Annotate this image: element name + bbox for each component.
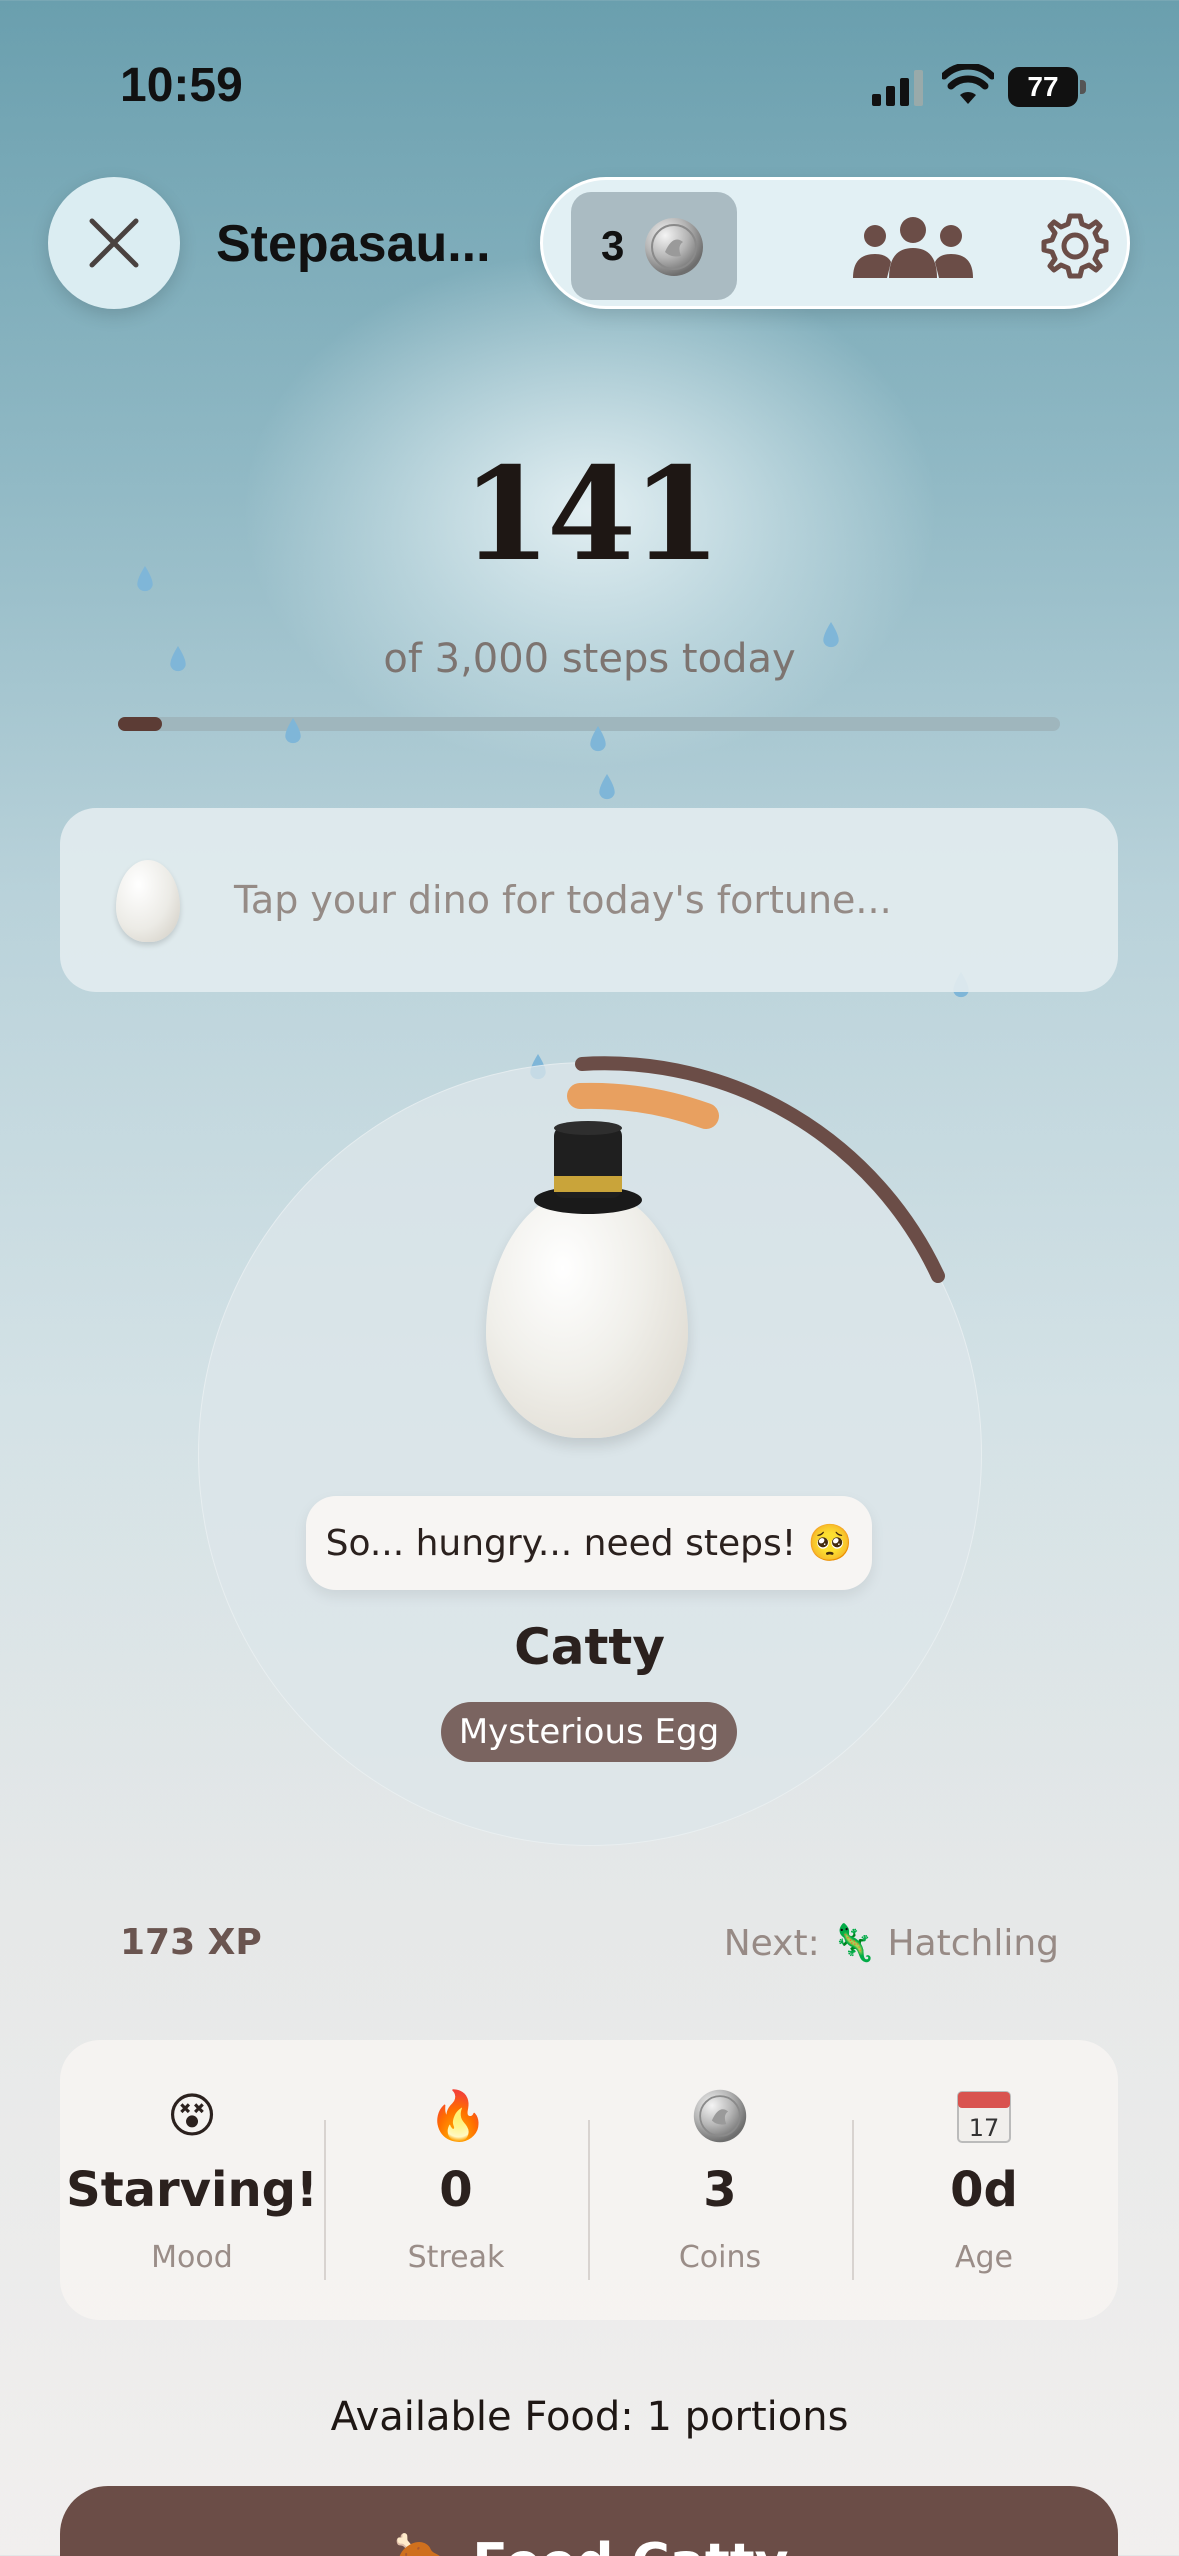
raindrop-icon [137,566,153,592]
pet-speech-bubble: So... hungry... need steps! 🥺 [306,1496,872,1590]
stat-label: Age [954,2240,1014,2275]
close-icon [89,218,139,268]
cellular-signal-icon [872,70,923,106]
coin-balance-button[interactable]: 3 [571,192,737,300]
wifi-icon [942,64,994,104]
raindrop-icon [599,774,615,800]
raindrop-icon [170,646,186,672]
battery-icon: 77 [1008,67,1086,107]
raindrop-icon [590,726,606,752]
stat-label: Coins [678,2240,762,2275]
egg-icon [116,860,180,942]
stat-mood: 😵 Starving! Mood [60,2040,324,2320]
calendar-icon: 17 [957,2091,1011,2143]
coin-icon [693,2089,747,2143]
pet-stage-badge: Mysterious Egg [441,1702,737,1762]
stat-label: Mood [151,2240,233,2275]
stat-value: Starving! [66,2162,318,2218]
top-hat-icon [534,1121,642,1214]
lizard-icon: 🦎 [831,1923,877,1964]
stat-value: 0d [950,2162,1018,2218]
fortune-card[interactable]: Tap your dino for today's fortune... [60,808,1118,992]
header-pet-name: Stepasau... [216,215,491,273]
stat-value: 0 [439,2162,473,2218]
xp-value: 173 XP [120,1922,262,1963]
coin-balance-count: 3 [601,222,625,269]
stat-streak: 🔥 0 Streak [324,2040,588,2320]
steps-count: 141 [461,440,721,590]
status-bar: 10:59 77 [0,0,1179,170]
dizzy-face-icon: 😵 [166,2088,218,2144]
stat-value: 3 [703,2162,737,2218]
feed-button-label: 🍖 Feed Catty [60,2532,1118,2556]
fortune-text: Tap your dino for today's fortune... [234,878,892,922]
available-food-text: Available Food: 1 portions [330,2394,849,2440]
svg-text:17: 17 [969,2114,1000,2142]
feed-button[interactable]: 🍖 Feed Catty [60,2486,1118,2556]
stat-coins: 3 Coins [588,2040,852,2320]
status-time: 10:59 [120,59,243,112]
stat-label: Streak [407,2240,505,2275]
close-button[interactable] [48,177,180,309]
fire-icon: 🔥 [428,2088,488,2144]
stats-card: 😵 Starving! Mood 🔥 0 Streak 3 Coins 17 0… [60,2040,1118,2320]
battery-level: 77 [1008,67,1078,107]
coin-icon [645,218,703,276]
next-stage: Next: 🦎 Hatchling [724,1922,1059,1964]
stat-age: 17 0d Age [852,2040,1116,2320]
settings-gear-icon[interactable] [1039,210,1111,282]
next-stage-name: Hatchling [887,1923,1059,1964]
steps-progress-fill [118,717,163,731]
friends-icon[interactable] [851,216,975,278]
next-stage-prefix: Next: [723,1923,820,1964]
raindrop-icon [823,622,839,648]
raindrop-icon [285,718,301,744]
pet-name: Catty [514,1618,665,1676]
header-actions-pill: 3 [540,177,1130,309]
